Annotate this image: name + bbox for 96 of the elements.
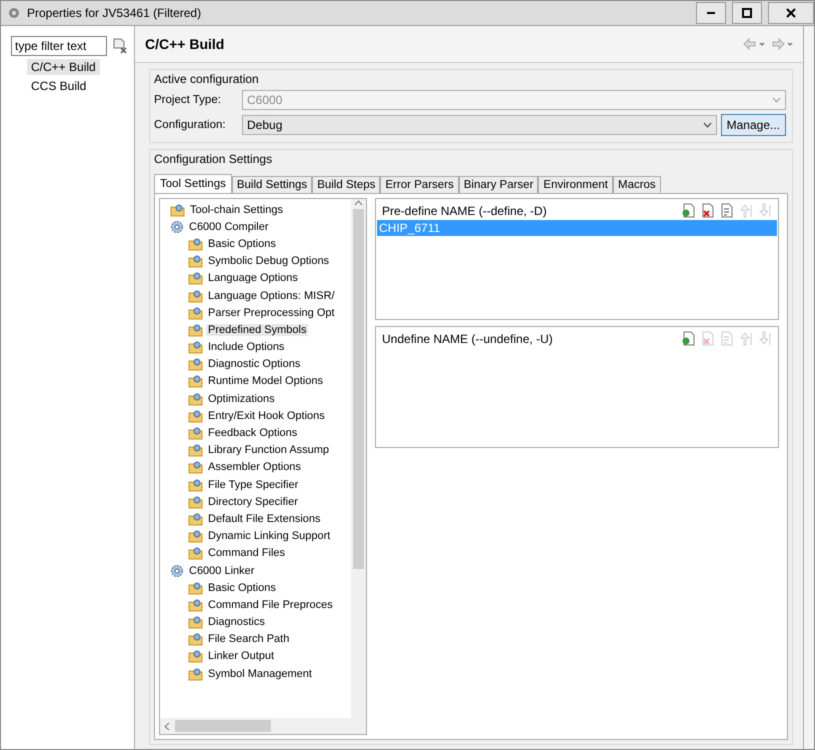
folder-gear-icon	[188, 254, 203, 268]
folder-gear-icon	[188, 357, 203, 372]
tree-item[interactable]: Linker Output	[206, 650, 276, 662]
close-icon	[786, 8, 796, 18]
tree-item[interactable]: Diagnostics	[206, 616, 267, 628]
tree-item[interactable]: Predefined Symbols	[206, 324, 308, 336]
manage-button[interactable]: Manage...	[720, 114, 786, 136]
caret-icon	[702, 122, 712, 128]
folder-gear-icon	[188, 666, 203, 681]
group-title: Configuration Settings	[154, 152, 274, 166]
back-arrow-icon[interactable]	[743, 38, 765, 50]
tree-item[interactable]: Feedback Options	[206, 427, 300, 440]
tree-item[interactable]: Tool-chain Settings	[188, 204, 285, 216]
tree-item[interactable]: Runtime Model Options	[206, 375, 325, 388]
forward-arrow-icon[interactable]	[771, 38, 793, 50]
maximize-button[interactable]	[732, 2, 762, 24]
tab[interactable]: Build Steps	[312, 176, 380, 193]
app-icon	[7, 6, 21, 20]
add-icon[interactable]	[681, 203, 696, 218]
tree-item[interactable]: C6000 Linker	[187, 564, 256, 577]
tree-item[interactable]: Basic Options	[206, 238, 278, 250]
tree-item[interactable]: Library Function Assump	[206, 444, 332, 456]
page-title: C/C++ Build	[145, 36, 226, 52]
folder-gear-icon	[188, 649, 203, 664]
scroll-left-icon[interactable]	[163, 722, 171, 730]
field-label: Project Type:	[154, 94, 222, 106]
folder-gear-icon	[188, 460, 203, 474]
tree-item[interactable]: Symbolic Debug Options	[206, 255, 332, 268]
folder-gear-icon	[188, 322, 203, 337]
folder-gear-icon	[188, 288, 203, 303]
tree-item[interactable]: File Type Specifier	[206, 478, 300, 491]
folder-gear-icon	[188, 236, 203, 251]
tree-item[interactable]: C6000 Compiler	[187, 220, 270, 233]
tree-item[interactable]: Optimizations	[206, 392, 277, 405]
tab[interactable]: Error Parsers	[380, 176, 459, 193]
caret-icon	[772, 97, 781, 103]
minimize-button[interactable]	[696, 2, 726, 24]
tree-item[interactable]: File Search Path	[206, 633, 292, 646]
folder-gear-icon	[188, 512, 203, 526]
folder-gear-icon	[170, 202, 185, 217]
gear-icon	[170, 220, 184, 234]
tree-item[interactable]: Command Files	[206, 547, 288, 560]
folder-gear-icon	[188, 271, 203, 286]
folder-gear-icon	[188, 306, 203, 320]
tree-item[interactable]: Default File Extensions	[206, 512, 322, 525]
folder-gear-icon	[188, 546, 203, 560]
tab[interactable]: Tool Settings	[154, 174, 232, 193]
tree-item[interactable]: Symbol Management	[206, 668, 314, 680]
window-title: Properties for JV53461 (Filtered)	[27, 6, 202, 20]
group-title: Active configuration	[154, 72, 260, 86]
horizontal-scrollbar[interactable]	[160, 718, 366, 734]
gear-icon	[170, 564, 184, 578]
field-label: Configuration:	[154, 119, 227, 131]
folder-gear-icon	[188, 598, 203, 612]
list-title: Undefine NAME (--undefine, -U)	[382, 332, 554, 346]
folder-gear-icon	[188, 580, 203, 595]
filter-field[interactable]: type filter text	[11, 36, 107, 56]
tree-item[interactable]: Include Options	[206, 341, 286, 354]
folder-gear-icon	[188, 426, 203, 440]
tree-item[interactable]: Parser Preprocessing Opt	[206, 306, 337, 319]
tree-item[interactable]: Dynamic Linking Support	[206, 530, 332, 542]
folder-gear-icon	[188, 408, 203, 423]
tab[interactable]: Macros	[612, 176, 661, 193]
folder-gear-icon	[188, 529, 203, 544]
tree-item[interactable]: Command File Preproces	[206, 598, 335, 611]
minimize-icon	[706, 12, 716, 14]
tab[interactable]: Build Settings	[232, 176, 312, 193]
tab[interactable]: Binary Parser	[458, 176, 538, 193]
folder-gear-icon	[188, 478, 203, 492]
edit-icon[interactable]	[719, 203, 734, 218]
folder-gear-icon	[188, 443, 203, 458]
configuration-dropdown[interactable]: Debug	[242, 115, 717, 135]
tree-item[interactable]: Directory Specifier	[206, 496, 300, 508]
list-title: Pre-define NAME (--define, -D)	[382, 204, 548, 218]
folder-gear-icon	[188, 374, 203, 388]
tree-item[interactable]: Language Options: MISR/	[206, 290, 337, 302]
folder-gear-icon	[188, 494, 203, 509]
scroll-up-icon[interactable]	[354, 199, 363, 207]
folder-gear-icon	[188, 615, 203, 630]
maximize-icon	[742, 8, 752, 18]
nav-item[interactable]: C/C++ Build	[27, 59, 100, 75]
tab[interactable]: Environment	[538, 176, 613, 193]
folder-gear-icon	[188, 340, 203, 354]
folder-gear-icon	[188, 632, 203, 646]
tree-item[interactable]: Language Options	[206, 272, 300, 284]
tree-item[interactable]: Diagnostic Options	[206, 358, 302, 370]
vertical-scrollbar[interactable]	[351, 199, 366, 718]
delete-icon[interactable]	[700, 203, 715, 218]
tree-item[interactable]: Assembler Options	[206, 461, 303, 474]
clear-filter-icon[interactable]	[113, 38, 127, 54]
add-icon[interactable]	[681, 331, 696, 346]
tree-item[interactable]: Basic Options	[206, 582, 278, 594]
tree-item[interactable]: Entry/Exit Hook Options	[206, 410, 327, 422]
folder-gear-icon	[188, 392, 203, 406]
close-button[interactable]	[768, 2, 814, 24]
nav-item[interactable]: CCS Build	[27, 78, 90, 94]
